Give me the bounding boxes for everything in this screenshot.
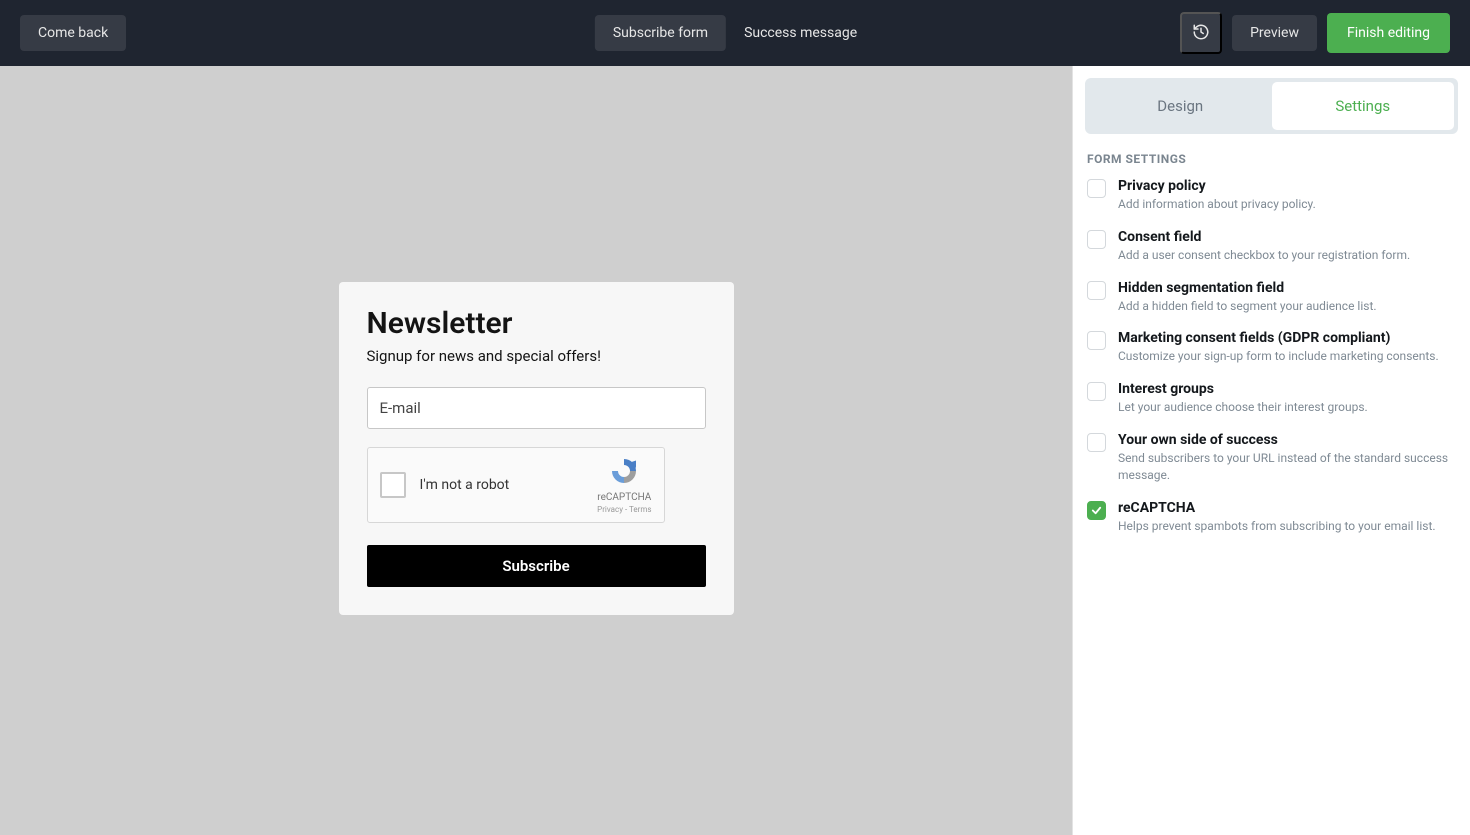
header-left: Come back [20,15,126,51]
setting-description: Helps prevent spambots from subscribing … [1118,518,1458,535]
setting-row: Hidden segmentation field Add a hidden fi… [1085,280,1458,315]
history-button[interactable] [1180,12,1222,54]
settings-list: Privacy policy Add information about priv… [1085,178,1458,550]
newsletter-title: Newsletter [367,306,706,341]
setting-row: Marketing consent fields (GDPR compliant… [1085,330,1458,365]
setting-text: Hidden segmentation field Add a hidden fi… [1118,280,1458,315]
email-field[interactable] [367,387,706,429]
header-tabs: Subscribe form Success message [595,15,875,51]
app-header: Come back Subscribe form Success message… [0,0,1470,66]
setting-description: Let your audience choose their interest … [1118,399,1458,416]
settings-sidebar: Design Settings FORM SETTINGS Privacy po… [1072,66,1470,835]
setting-row: Privacy policy Add information about priv… [1085,178,1458,213]
setting-text: Your own side of success Send subscribers… [1118,432,1458,484]
tab-success-message[interactable]: Success message [726,15,875,51]
recaptcha-links: Privacy - Terms [597,505,651,514]
recaptcha-box: I'm not a robot reCAPTCHA Privacy - Term… [367,447,665,523]
main-area: Newsletter Signup for news and special o… [0,66,1470,835]
setting-text: Consent field Add a user consent checkbox… [1118,229,1458,264]
setting-row: Consent field Add a user consent checkbox… [1085,229,1458,264]
setting-text: reCAPTCHA Helps prevent spambots from sub… [1118,500,1458,535]
setting-row: Your own side of success Send subscribers… [1085,432,1458,484]
setting-title: Interest groups [1118,381,1458,397]
back-button[interactable]: Come back [20,15,126,51]
setting-title: Hidden segmentation field [1118,280,1458,296]
history-icon [1192,23,1210,44]
canvas: Newsletter Signup for news and special o… [0,66,1072,835]
setting-title: Consent field [1118,229,1458,245]
panel-tab-settings[interactable]: Settings [1272,82,1455,130]
setting-checkbox[interactable] [1087,331,1106,350]
setting-description: Add information about privacy policy. [1118,196,1458,213]
recaptcha-name: reCAPTCHA [597,492,651,503]
setting-text: Marketing consent fields (GDPR compliant… [1118,330,1458,365]
setting-checkbox[interactable] [1087,281,1106,300]
recaptcha-checkbox[interactable] [380,472,406,498]
setting-checkbox[interactable] [1087,501,1106,520]
setting-row: Interest groups Let your audience choose … [1085,381,1458,416]
setting-description: Add a hidden field to segment your audie… [1118,298,1458,315]
setting-checkbox[interactable] [1087,382,1106,401]
setting-description: Send subscribers to your URL instead of … [1118,450,1458,484]
setting-title: Your own side of success [1118,432,1458,448]
recaptcha-label: I'm not a robot [420,477,584,493]
setting-description: Customize your sign-up form to include m… [1118,348,1458,365]
newsletter-subtitle: Signup for news and special offers! [367,347,706,365]
setting-checkbox[interactable] [1087,179,1106,198]
setting-text: Privacy policy Add information about priv… [1118,178,1458,213]
tab-subscribe-form[interactable]: Subscribe form [595,15,726,51]
setting-title: Marketing consent fields (GDPR compliant… [1118,330,1458,346]
header-right: Preview Finish editing [1180,12,1450,54]
setting-checkbox[interactable] [1087,230,1106,249]
preview-button[interactable]: Preview [1232,15,1317,51]
setting-row: reCAPTCHA Helps prevent spambots from sub… [1085,500,1458,535]
setting-title: reCAPTCHA [1118,500,1458,516]
setting-title: Privacy policy [1118,178,1458,194]
section-heading: FORM SETTINGS [1085,152,1458,166]
panel-tabs: Design Settings [1085,78,1458,134]
subscribe-button[interactable]: Subscribe [367,545,706,587]
panel-tab-design[interactable]: Design [1089,82,1272,130]
finish-editing-button[interactable]: Finish editing [1327,13,1450,53]
recaptcha-icon [608,456,640,490]
recaptcha-branding: reCAPTCHA Privacy - Terms [597,456,651,514]
setting-checkbox[interactable] [1087,433,1106,452]
setting-description: Add a user consent checkbox to your regi… [1118,247,1458,264]
setting-text: Interest groups Let your audience choose … [1118,381,1458,416]
newsletter-card: Newsletter Signup for news and special o… [339,282,734,615]
check-icon [1091,505,1102,516]
